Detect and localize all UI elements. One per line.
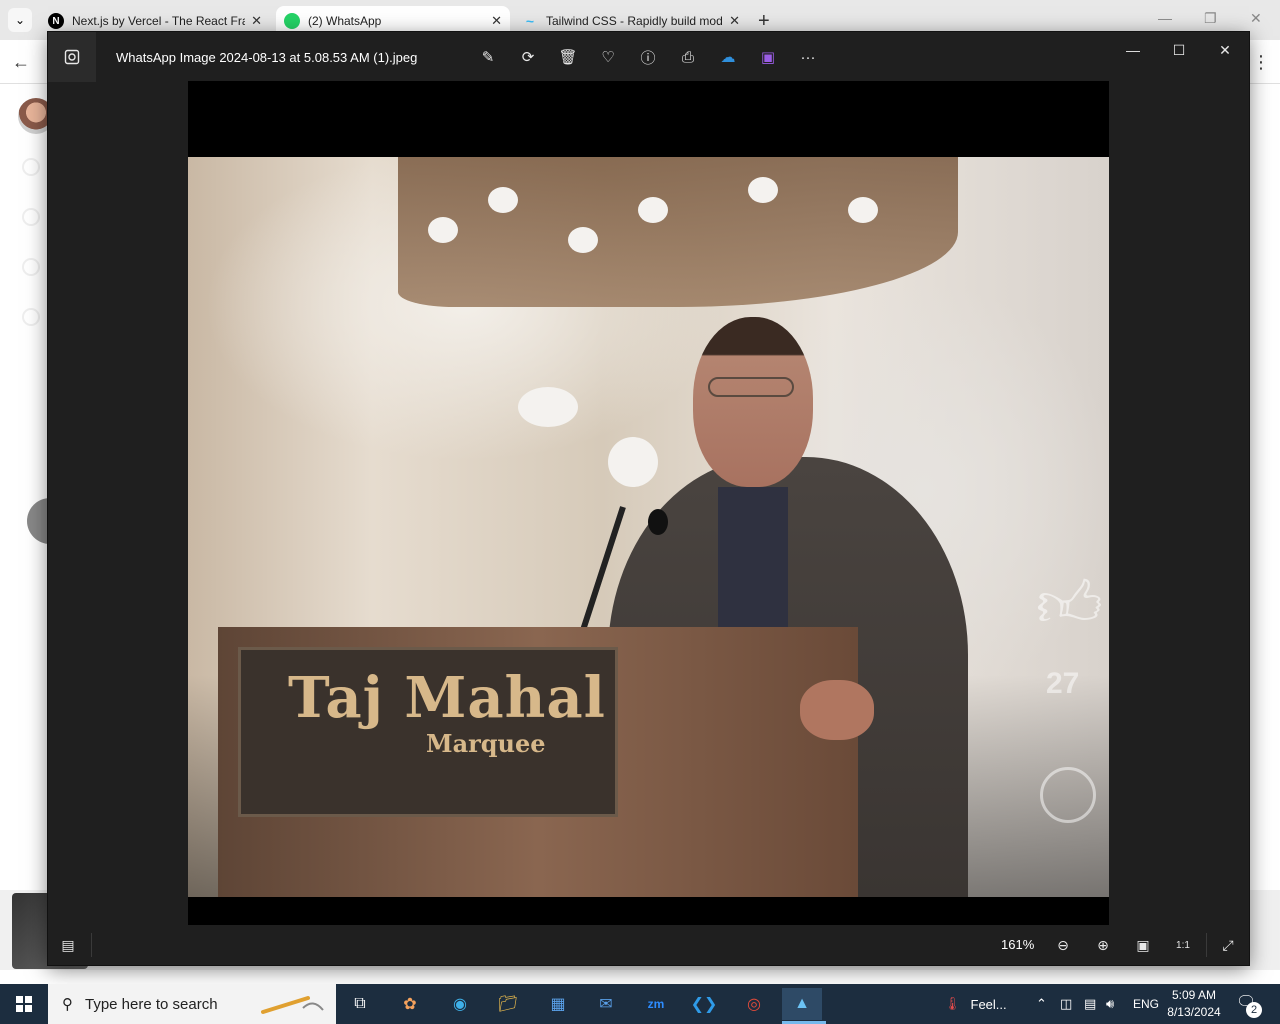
search-icon: ⚲ (62, 996, 73, 1013)
viewer-title-bar: WhatsApp Image 2024-08-13 at 5.08.53 AM … (48, 32, 1249, 82)
notification-count-badge: 2 (1246, 1002, 1262, 1018)
microphone-icon (648, 509, 668, 535)
nextjs-favicon-icon: N (48, 13, 64, 29)
photos-taskbar-icon[interactable]: ▲ (782, 988, 822, 1020)
viewer-minimize-icon[interactable]: — (1118, 40, 1148, 60)
close-icon[interactable]: ✕ (729, 13, 740, 29)
volume-icon[interactable]: 🔊︎ (1106, 984, 1114, 1024)
restore-icon[interactable]: ❐ (1204, 10, 1217, 27)
actual-size-icon[interactable]: 1:1 (1172, 934, 1194, 956)
viewer-close-icon[interactable]: ✕ (1210, 40, 1240, 60)
zoom-in-icon[interactable]: ⊕ (1092, 934, 1114, 956)
close-icon[interactable]: ✕ (491, 13, 502, 29)
file-explorer-icon[interactable]: 📁︎ (488, 988, 528, 1020)
windows-taskbar: ⚲ Type here to search ⧉ ✿ ◉ 📁︎ ▦ ✉ zm ❮❯… (0, 984, 1280, 1024)
print-icon[interactable]: ⎙ (676, 46, 700, 68)
filmstrip-icon[interactable]: ▤ (58, 935, 78, 955)
zoom-level[interactable]: 161% (1001, 937, 1034, 952)
tab-search-button[interactable]: ⌄ (8, 8, 32, 32)
delete-icon[interactable]: 🗑 (556, 46, 580, 68)
tailwind-favicon-icon: ~ (525, 13, 535, 29)
clock-time: 5:09 AM (1171, 988, 1217, 1002)
divider (91, 933, 92, 957)
more-icon[interactable]: ··· (796, 46, 820, 68)
microsoft-store-icon[interactable]: ▦ (538, 988, 578, 1020)
language-indicator[interactable]: ENG (1133, 984, 1159, 1024)
vscode-icon[interactable]: ❮❯ (684, 988, 724, 1020)
viewer-bottom-bar: ▤ 161% ⊖ ⊕ ▣ 1:1 ⤢ (48, 925, 1249, 965)
overlay-like-count: 27 (1046, 667, 1080, 700)
status-icon[interactable] (22, 158, 40, 176)
close-window-icon[interactable]: ✕ (1250, 10, 1262, 27)
rotate-icon[interactable]: ⟳ (516, 46, 540, 68)
decor-flower (848, 197, 878, 223)
photo-canvas[interactable]: Taj Mahal Marquee 👍︎ 27 (188, 81, 1109, 925)
info-icon[interactable]: ⓘ (636, 46, 660, 68)
search-highlight-doodle-icon (261, 996, 324, 1014)
zoom-app-icon[interactable]: zm (636, 988, 676, 1020)
podium-sign-text: Taj Mahal (288, 665, 606, 731)
tab-label: Next.js by Vercel - The React Framework (72, 14, 245, 28)
favorite-icon[interactable]: ♡ (596, 46, 620, 68)
whatsapp-favicon-icon (284, 13, 300, 29)
windows-logo-icon (16, 996, 32, 1012)
browser-menu-icon[interactable]: ⋮ (1252, 52, 1270, 73)
chevron-down-icon: ⌄ (14, 13, 26, 27)
photos-viewer-window: WhatsApp Image 2024-08-13 at 5.08.53 AM … (48, 32, 1249, 965)
back-arrow-icon[interactable]: ← (12, 52, 30, 73)
edit-image-icon[interactable]: ✎ (476, 46, 500, 68)
fit-to-window-icon[interactable]: ▣ (1132, 934, 1154, 956)
decor-flower (748, 177, 778, 203)
decor-flower (568, 227, 598, 253)
photos-app-icon[interactable] (48, 32, 96, 82)
task-view-icon[interactable]: ⧉ (340, 988, 380, 1020)
zoom-out-icon[interactable]: ⊖ (1052, 934, 1074, 956)
show-hidden-icons-icon[interactable]: ⌃ (1036, 984, 1047, 1024)
start-button[interactable] (0, 984, 48, 1024)
overlay-ring-icon (1040, 767, 1096, 823)
weather-text: Feel... (970, 996, 1007, 1012)
tab-label: (2) WhatsApp (308, 14, 382, 28)
edge-icon[interactable]: ◉ (440, 988, 480, 1020)
thumbs-up-icon: 👍︎ (1036, 568, 1103, 640)
mail-icon[interactable]: ✉ (586, 988, 626, 1020)
close-icon[interactable]: ✕ (251, 13, 262, 29)
meet-now-icon[interactable]: ◫ (1060, 984, 1072, 1024)
viewer-maximize-icon[interactable]: ☐ (1164, 40, 1194, 60)
clock-date: 8/13/2024 (1167, 1005, 1221, 1019)
podium-sign-subtext: Marquee (426, 729, 546, 758)
speaker-head (693, 317, 813, 487)
taskbar-clock[interactable]: 5:09 AM 8/13/2024 (1164, 987, 1224, 1021)
network-icon[interactable]: ▤ (1084, 984, 1096, 1024)
decor-flower (608, 437, 658, 487)
thermometer-icon: 🌡︎ (944, 996, 961, 1011)
tab-label: Tailwind CSS - Rapidly build modern webs… (546, 14, 723, 28)
speaker-hand (800, 680, 874, 740)
full-screen-icon[interactable]: ⤢ (1217, 934, 1239, 956)
photo-image: Taj Mahal Marquee 👍︎ 27 (188, 157, 1109, 897)
onedrive-icon[interactable]: ☁ (716, 46, 740, 68)
decor-flower (428, 217, 458, 243)
communities-icon[interactable] (22, 258, 40, 276)
channels-icon[interactable] (22, 208, 40, 226)
viewer-file-title: WhatsApp Image 2024-08-13 at 5.08.53 AM … (116, 50, 418, 65)
clipchamp-icon[interactable]: ▣ (756, 46, 780, 68)
decor-flower (488, 187, 518, 213)
decor-flower (638, 197, 668, 223)
new-tab-button[interactable]: + (758, 10, 770, 33)
photos-icon (64, 49, 80, 65)
copilot-icon[interactable]: ✿ (390, 988, 430, 1020)
chrome-icon[interactable]: ◎ (734, 988, 774, 1020)
speaker-glasses (708, 377, 794, 397)
taskbar-search-box[interactable]: ⚲ Type here to search (48, 984, 336, 1024)
weather-widget[interactable]: 🌡︎ Feel... (944, 984, 1007, 1024)
minimize-icon[interactable]: — (1158, 10, 1172, 26)
decor-ceiling (398, 157, 958, 307)
decor-flower (518, 387, 578, 427)
divider (1206, 933, 1207, 957)
meta-ai-icon[interactable] (22, 308, 40, 326)
search-placeholder: Type here to search (85, 995, 218, 1013)
